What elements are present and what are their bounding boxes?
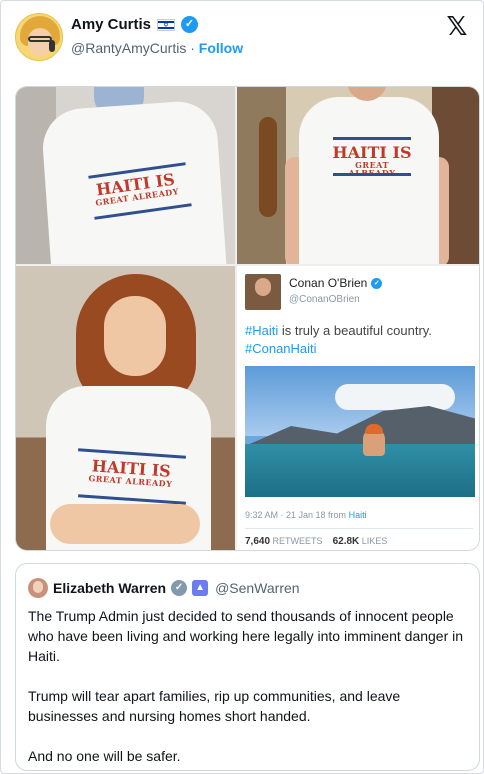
quoted-paragraph: And no one will be safer. bbox=[28, 748, 181, 764]
media-grid[interactable]: HAITI IS GREAT ALREADY HAITI IS GREAT AL… bbox=[15, 86, 480, 551]
tweet-card: Amy Curtis ✡ ✓ @RantyAmyCurtis · Follow … bbox=[0, 0, 484, 774]
quoted-tweet[interactable]: Elizabeth Warren ✓ ▲ @SenWarren The Trum… bbox=[15, 563, 480, 771]
embedded-tweet-text: #Haiti is truly a beautiful country. #Co… bbox=[245, 323, 432, 356]
hashtag-haiti: #Haiti bbox=[245, 323, 279, 338]
conan-avatar bbox=[245, 274, 281, 310]
embedded-author-handle: @ConanOBrien bbox=[289, 294, 360, 305]
tweet-header: Amy Curtis ✡ ✓ @RantyAmyCurtis · Follow … bbox=[15, 13, 471, 65]
author-avatar[interactable] bbox=[15, 13, 63, 61]
x-logo-icon[interactable]: 𝕏 bbox=[445, 14, 469, 40]
media-photo-3[interactable]: HAITI IS GREAT ALREADY bbox=[16, 266, 235, 550]
embedded-tweet-timestamp: 9:32 AM · 21 Jan 18 from Haiti bbox=[245, 510, 367, 520]
media-embedded-tweet-screenshot[interactable]: Conan O'Brien ✓ @ConanOBrien #Haiti is t… bbox=[237, 266, 479, 550]
handle-separator: · bbox=[190, 40, 195, 56]
israel-flag-icon: ✡ bbox=[157, 18, 176, 31]
quoted-tweet-body: The Trump Admin just decided to send tho… bbox=[28, 606, 468, 770]
verified-badge-icon: ✓ bbox=[171, 580, 188, 596]
quoted-paragraph: The Trump Admin just decided to send tho… bbox=[28, 608, 464, 664]
author-name-row: Amy Curtis ✡ ✓ bbox=[71, 16, 199, 33]
media-photo-1[interactable]: HAITI IS GREAT ALREADY bbox=[16, 87, 235, 264]
embedded-author-name: Conan O'Brien bbox=[289, 276, 368, 290]
verified-badge-icon[interactable]: ✓ bbox=[181, 16, 199, 33]
embedded-tweet-stats: 7,640 RETWEETS 62.8K LIKES bbox=[245, 536, 388, 547]
divider bbox=[245, 528, 473, 529]
quoted-tweet-header: Elizabeth Warren ✓ ▲ @SenWarren bbox=[28, 578, 300, 598]
beach-photo bbox=[245, 366, 475, 497]
author-display-name[interactable]: Amy Curtis bbox=[71, 16, 151, 33]
hashtag-conanhaiti: #ConanHaiti bbox=[245, 341, 317, 356]
quoted-paragraph: Trump will tear apart families, rip up c… bbox=[28, 688, 401, 724]
quoted-author-name: Elizabeth Warren bbox=[53, 580, 167, 596]
government-badge-icon: ▲ bbox=[192, 580, 209, 596]
quoted-author-handle: @SenWarren bbox=[215, 580, 300, 596]
author-handle[interactable]: @RantyAmyCurtis bbox=[71, 40, 186, 56]
follow-button[interactable]: Follow bbox=[199, 40, 243, 56]
author-handle-row: @RantyAmyCurtis · Follow bbox=[71, 40, 243, 56]
verified-badge-icon: ✓ bbox=[371, 277, 383, 289]
media-photo-2[interactable]: HAITI IS GREAT ALREADY bbox=[237, 87, 479, 264]
guitar-image bbox=[259, 117, 277, 217]
quoted-author-avatar bbox=[28, 578, 48, 598]
